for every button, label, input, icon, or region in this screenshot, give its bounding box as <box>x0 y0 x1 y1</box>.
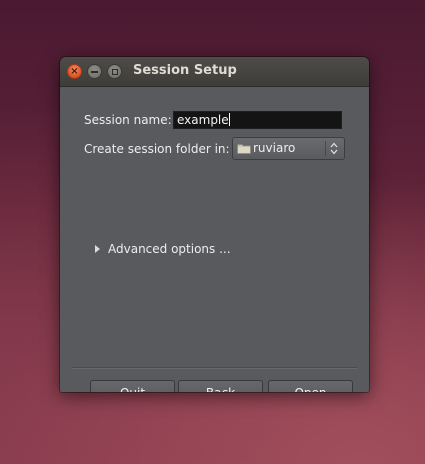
open-button[interactable]: Open <box>268 380 353 392</box>
minimize-icon <box>91 70 98 73</box>
session-name-value: example <box>177 113 229 127</box>
dialog-content: Session name: example Create session fol… <box>60 87 369 392</box>
updown-arrows-icon <box>330 142 338 155</box>
text-caret <box>228 113 230 126</box>
maximize-icon <box>111 68 118 75</box>
title-bar[interactable]: × Session Setup <box>60 57 369 87</box>
close-button[interactable]: × <box>67 64 82 79</box>
session-folder-value: ruviaro <box>253 141 296 155</box>
button-separator <box>72 367 357 369</box>
expander-arrow-icon <box>95 245 100 253</box>
minimize-button[interactable] <box>87 64 102 79</box>
session-name-label: Session name: <box>84 113 172 127</box>
session-setup-window: × Session Setup Session name: example Cr… <box>60 57 369 392</box>
quit-button[interactable]: Quit <box>90 380 175 392</box>
back-button[interactable]: Back <box>178 380 263 392</box>
advanced-options-label: Advanced options ... <box>108 242 231 256</box>
maximize-button[interactable] <box>107 64 122 79</box>
close-icon: × <box>70 65 79 77</box>
session-folder-label: Create session folder in: <box>84 142 230 156</box>
folder-icon <box>237 144 251 154</box>
session-folder-chooser[interactable]: ruviaro <box>232 137 345 160</box>
session-name-input[interactable]: example <box>173 111 342 129</box>
window-title: Session Setup <box>133 63 237 78</box>
combo-divider <box>325 141 326 156</box>
